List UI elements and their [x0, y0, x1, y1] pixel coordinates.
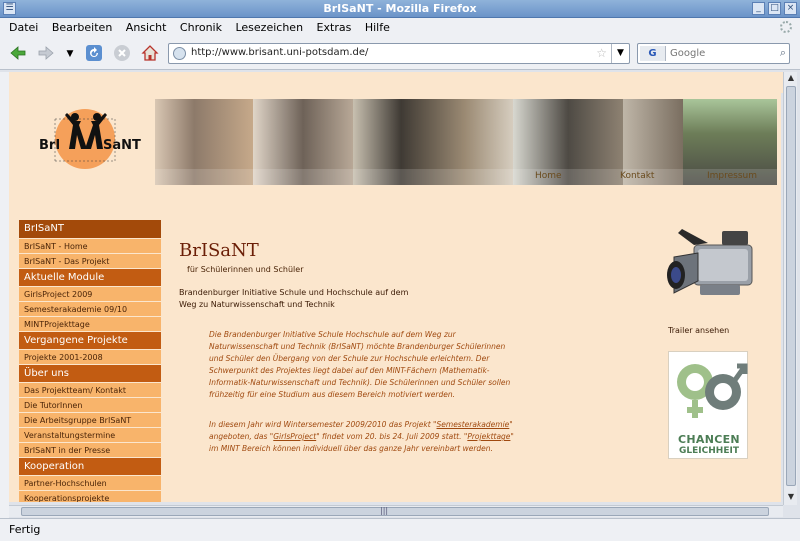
sidebar-item-kooperationsprojekte[interactable]: Kooperationsprojekte — [19, 491, 161, 502]
scroll-down-icon[interactable]: ▼ — [785, 491, 797, 503]
banner-link-kontakt[interactable]: Kontakt — [620, 171, 654, 181]
chancengleichheit-logo[interactable]: CHANCEN GLEICHHEIT — [668, 351, 748, 459]
url-dropdown-icon[interactable]: ▼ — [611, 44, 629, 63]
status-bar: Fertig — [0, 518, 800, 541]
close-button[interactable]: × — [784, 2, 797, 15]
menu-lesezeichen[interactable]: Lesezeichen — [235, 21, 303, 34]
scroll-up-icon[interactable]: ▲ — [785, 72, 797, 84]
link-projekttage[interactable]: Projekttage — [467, 432, 510, 441]
sidebar-item-mintprojekttage[interactable]: MINTProjekttage — [19, 317, 161, 332]
logo-text-right: SaNT — [103, 138, 141, 153]
home-icon[interactable] — [140, 44, 160, 64]
sidebar-item-home[interactable]: BrISaNT - Home — [19, 239, 161, 254]
brisant-logo[interactable]: BrI SaNT — [29, 105, 141, 177]
sidebar-item-partner-hochschulen[interactable]: Partner-Hochschulen — [19, 476, 161, 491]
minimize-button[interactable]: _ — [752, 2, 765, 15]
horizontal-scrollbar[interactable]: ||| — [9, 505, 783, 517]
intro-text: Brandenburger Initiative Schule und Hoch… — [179, 288, 409, 309]
menu-hilfe[interactable]: Hilfe — [365, 21, 390, 34]
sidebar-item-veranstaltungstermine[interactable]: Veranstaltungstermine — [19, 428, 161, 443]
window-titlebar: ☰ BrISaNT - Mozilla Firefox _ □ × — [0, 0, 800, 18]
maximize-button[interactable]: □ — [768, 2, 781, 15]
content-border — [0, 72, 9, 518]
page-subtitle: für Schülerinnen und Schüler — [187, 265, 304, 274]
search-icon[interactable]: ⌕ — [780, 46, 786, 60]
sidebar-item-projekt[interactable]: BrISaNT - Das Projekt — [19, 254, 161, 269]
video-camera-icon[interactable] — [664, 223, 764, 319]
description-paragraph: Die Brandenburger Initiative Schule Hoch… — [209, 330, 511, 399]
page-top-margin — [9, 72, 783, 93]
sidebar-item-presse[interactable]: BrISaNT in der Presse — [19, 443, 161, 458]
sidebar-item-arbeitsgruppe[interactable]: Die Arbeitsgruppe BrISaNT — [19, 413, 161, 428]
search-bar[interactable]: G ⌕ — [637, 43, 790, 64]
banner-nav: Home Kontakt Impressum — [155, 169, 777, 185]
search-engine-icon[interactable]: G — [640, 46, 666, 61]
search-input[interactable] — [670, 46, 770, 61]
vertical-scrollbar[interactable]: ▲ ▼ — [783, 72, 797, 505]
horizontal-scroll-thumb[interactable] — [21, 507, 769, 516]
url-bar[interactable]: http://www.brisant.uni-potsdam.de/ ☆ ▼ — [168, 43, 630, 64]
bookmark-star-icon[interactable]: ☆ — [596, 46, 607, 60]
sidebar-item-semesterakademie[interactable]: Semesterakademie 09/10 — [19, 302, 161, 317]
scroll-grip-icon: ||| — [380, 506, 389, 515]
logo-graphic: BrI SaNT — [39, 109, 141, 169]
history-dropdown-icon[interactable]: ▼ — [60, 44, 80, 64]
sidebar-section-kooperation: Kooperation — [19, 458, 161, 476]
menu-extras[interactable]: Extras — [317, 21, 352, 34]
sidebar-section-aktuelle-module: Aktuelle Module — [19, 269, 161, 287]
banner-link-impressum[interactable]: Impressum — [707, 171, 757, 181]
vertical-scroll-thumb[interactable] — [786, 86, 796, 486]
menu-datei[interactable]: Datei — [9, 21, 38, 34]
header-banner: Home Kontakt Impressum — [155, 99, 777, 185]
forward-arrow-icon[interactable] — [36, 44, 56, 64]
sidebar-section-brisant: BrISaNT — [19, 220, 161, 239]
status-text: Fertig — [9, 523, 41, 536]
announcement-text-3: " findet vom 20. bis 24. Juli 2009 statt… — [316, 432, 468, 441]
menu-bar: Datei Bearbeiten Ansicht Chronik Lesezei… — [0, 18, 800, 38]
chancen-text: CHANCEN — [678, 433, 740, 446]
sidebar-item-projekte-2001-2008[interactable]: Projekte 2001-2008 — [19, 350, 161, 365]
navigation-toolbar: ▼ http://www.brisant.uni-potsdam.de/ ☆ ▼… — [0, 38, 800, 70]
menu-bearbeiten[interactable]: Bearbeiten — [52, 21, 112, 34]
site-identity-icon[interactable] — [173, 47, 186, 60]
reload-icon[interactable] — [84, 44, 104, 64]
back-arrow-icon[interactable] — [8, 44, 28, 64]
announcement-paragraph: In diesem Jahr wird Wintersemester 2009/… — [209, 419, 519, 455]
menu-chronik[interactable]: Chronik — [180, 21, 222, 34]
trailer-link[interactable]: Trailer ansehen — [668, 326, 729, 335]
menu-ansicht[interactable]: Ansicht — [126, 21, 167, 34]
sidebar-item-projektteam[interactable]: Das Projektteam/ Kontakt — [19, 383, 161, 398]
activity-throbber-icon — [780, 21, 792, 33]
logo-text-left: BrI — [39, 138, 60, 153]
banner-link-home[interactable]: Home — [535, 171, 562, 181]
page-viewport: BrI SaNT Home Kontakt Impressum BrISaNT … — [9, 93, 781, 502]
main-content: BrISaNT für Schülerinnen und Schüler Bra… — [179, 240, 649, 455]
sidebar-item-girlsproject[interactable]: GirlsProject 2009 — [19, 287, 161, 302]
sidebar-section-vergangene-projekte: Vergangene Projekte — [19, 332, 161, 350]
page-title: BrISaNT — [179, 240, 259, 261]
link-semesterakademie[interactable]: Semesterakademie — [437, 420, 510, 429]
link-girlsproject[interactable]: GirlsProject — [273, 432, 316, 441]
announcement-text-1: In diesem Jahr wird Wintersemester 2009/… — [209, 420, 437, 429]
sidebar-section-ueber-uns: Über uns — [19, 365, 161, 383]
window-title: BrISaNT - Mozilla Firefox — [323, 2, 477, 15]
sidebar-item-tutorinnen[interactable]: Die TutorInnen — [19, 398, 161, 413]
stop-icon[interactable] — [112, 44, 132, 64]
url-text[interactable]: http://www.brisant.uni-potsdam.de/ — [191, 47, 368, 58]
gender-symbols-icon — [677, 363, 748, 418]
sidebar-nav: BrISaNT BrISaNT - Home BrISaNT - Das Pro… — [19, 220, 161, 502]
gleichheit-text: GLEICHHEIT — [679, 446, 739, 456]
